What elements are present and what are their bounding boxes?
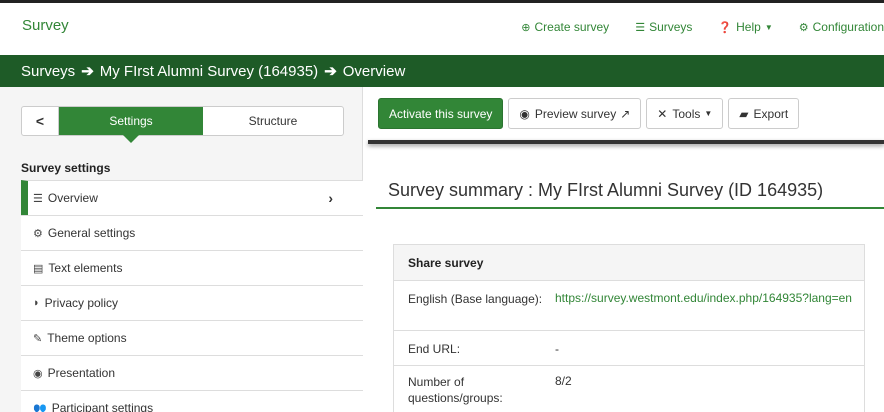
breadcrumb: Surveys ➔ My FIrst Alumni Survey (164935… [0, 55, 884, 87]
tab-structure[interactable]: Structure [203, 107, 343, 135]
paint-brush-icon: ✎ [33, 332, 43, 345]
table-row: English (Base language): https://survey.… [394, 281, 864, 331]
sidebar-item-label: Overview [47, 191, 98, 205]
sidebar-item-participant-settings[interactable]: 👥 Participant settings [21, 390, 363, 412]
sidebar-item-general-settings[interactable]: ⚙ General settings [21, 215, 363, 250]
tools-dropdown-button[interactable]: ✕ Tools ▼ [646, 98, 724, 129]
table-row: Number of questions/groups: 8/2 [394, 366, 864, 412]
sidebar-tab-switch: < Settings Structure [21, 106, 344, 143]
export-button[interactable]: ▰ Export [728, 98, 800, 129]
breadcrumb-survey-name[interactable]: My FIrst Alumni Survey (164935) [100, 63, 318, 80]
title-underline [376, 207, 884, 209]
surveys-link[interactable]: ☰ Surveys [635, 20, 692, 34]
activate-survey-button[interactable]: Activate this survey [378, 98, 504, 129]
survey-url-link[interactable]: https://survey.westmont.edu/index.php/16… [555, 281, 864, 330]
gears-icon: ⚙ [798, 21, 809, 34]
sidebar-item-label: Text elements [48, 261, 123, 275]
collapse-sidebar-button[interactable]: < [22, 107, 59, 135]
sidebar-item-label: Theme options [47, 331, 127, 345]
toolbar-divider [368, 140, 884, 144]
top-nav: ⊕ Create survey ☰ Surveys ❓ Help ▼ ⚙ Con… [495, 20, 884, 34]
sidebar-item-label: Privacy policy [44, 296, 119, 310]
brand-logo[interactable]: Survey [22, 17, 69, 34]
sidebar-item-label: General settings [47, 226, 136, 240]
external-link-icon: ↗ [620, 106, 631, 121]
tools-icon: ✕ [657, 106, 668, 121]
page-title: Survey summary : My FIrst Alumni Survey … [388, 180, 824, 200]
preview-survey-label: Preview survey [534, 106, 617, 121]
breadcrumb-overview: Overview [342, 62, 406, 80]
arrow-right-icon: ➔ [324, 63, 337, 80]
eye-slash-icon: ◉ [33, 367, 43, 380]
gears-icon: ⚙ [33, 227, 43, 240]
top-navbar: Survey ⊕ Create survey ☰ Surveys ❓ Help … [0, 0, 884, 50]
tools-label: Tools [672, 106, 701, 121]
configuration-label: Configuration [812, 20, 884, 34]
survey-toolbar: Activate this survey ◉ Preview survey ↗ … [378, 98, 800, 129]
preview-survey-button[interactable]: ◉ Preview survey ↗ [508, 98, 642, 129]
row-value: - [555, 342, 559, 356]
sidebar-menu: ☰ Overview › ⚙ General settings ▤ Text e… [21, 180, 363, 412]
file-text-icon: ▤ [33, 262, 44, 275]
help-dropdown[interactable]: ❓ Help ▼ [718, 20, 772, 34]
create-survey-label: Create survey [534, 20, 610, 34]
share-survey-panel: Share survey English (Base language): ht… [393, 244, 865, 412]
row-key: End URL: [408, 342, 461, 356]
plus-circle-icon: ⊕ [521, 21, 531, 34]
row-key: English (Base language): [408, 292, 543, 306]
sidebar-heading: Survey settings [21, 161, 111, 175]
caret-down-icon: ▼ [764, 22, 773, 32]
list-icon: ☰ [635, 21, 646, 34]
row-value: 8/2 [555, 374, 572, 388]
chevron-right-icon: › [328, 190, 333, 206]
sidebar-item-privacy-policy[interactable]: ◗ Privacy policy [21, 285, 363, 320]
tab-settings[interactable]: Settings [59, 107, 203, 143]
sidebar-item-theme-options[interactable]: ✎ Theme options [21, 320, 363, 355]
row-key: Number of questions/groups: [408, 375, 503, 405]
create-survey-link[interactable]: ⊕ Create survey [521, 20, 609, 34]
caret-down-icon: ▼ [704, 109, 713, 118]
sidebar-item-label: Presentation [47, 366, 115, 380]
table-row: End URL: - [394, 331, 864, 366]
arrow-right-icon: ➔ [81, 63, 94, 80]
question-circle-icon: ❓ [718, 21, 733, 34]
sidebar-item-presentation[interactable]: ◉ Presentation [21, 355, 363, 390]
sidebar-item-label: Participant settings [51, 401, 154, 412]
sidebar: < Settings Structure Survey settings ☰ O… [0, 87, 363, 412]
sidebar-item-text-elements[interactable]: ▤ Text elements [21, 250, 363, 285]
surveys-label: Surveys [649, 20, 693, 34]
sidebar-item-overview[interactable]: ☰ Overview › [21, 180, 363, 215]
breadcrumb-surveys[interactable]: Surveys [21, 63, 75, 80]
panel-heading: Share survey [394, 245, 864, 281]
list-icon: ☰ [33, 192, 43, 205]
eye-icon: ◉ [519, 106, 530, 121]
folder-open-icon: ▰ [739, 106, 749, 121]
users-icon: 👥 [33, 402, 47, 412]
shield-icon: ◗ [33, 297, 40, 309]
export-label: Export [753, 106, 789, 121]
help-label: Help [736, 20, 761, 34]
configuration-dropdown[interactable]: ⚙ Configuration [799, 20, 884, 34]
